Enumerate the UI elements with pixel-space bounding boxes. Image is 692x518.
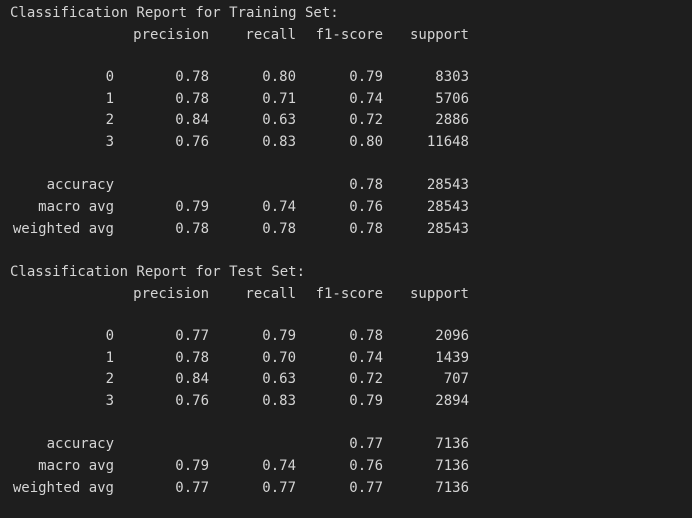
header-support: support [409,27,469,43]
header-support: support [409,286,469,302]
cell-f1-score: 0.78 [349,221,383,237]
row-label: 2 [105,112,114,128]
cell-support: 2886 [435,112,469,128]
header-precision: precision [133,27,209,43]
cell-recall: 0.70 [262,350,296,366]
cell-support: 28543 [426,177,469,193]
cell-recall: 0.79 [262,328,296,344]
cell-support: 7136 [435,480,469,496]
cell-support: 28543 [426,221,469,237]
row-label: 1 [105,350,114,366]
summary-label: macro avg [38,199,114,215]
cell-precision: 0.76 [175,134,209,150]
cell-recall: 0.83 [262,134,296,150]
report-title: Classification Report for Training Set: [10,5,339,21]
cell-support: 1439 [435,350,469,366]
cell-recall: 0.63 [262,112,296,128]
summary-label: macro avg [38,458,114,474]
cell-support: 8303 [435,69,469,85]
summary-label: accuracy [46,436,114,452]
cell-f1-score: 0.80 [349,134,383,150]
header-f1-score: f1-score [315,27,383,43]
cell-precision: 0.78 [175,221,209,237]
cell-f1-score: 0.76 [349,458,383,474]
cell-support: 7136 [435,436,469,452]
row-label: 3 [105,393,114,409]
cell-precision: 0.79 [175,458,209,474]
cell-precision: 0.84 [175,371,209,387]
cell-f1-score: 0.78 [349,177,383,193]
cell-recall: 0.77 [262,480,296,496]
cell-precision: 0.76 [175,393,209,409]
cell-precision: 0.77 [175,328,209,344]
cell-support: 2894 [435,393,469,409]
cell-recall: 0.83 [262,393,296,409]
cell-support: 28543 [426,199,469,215]
cell-recall: 0.71 [262,91,296,107]
cell-recall: 0.63 [262,371,296,387]
row-label: 0 [105,328,114,344]
report-title: Classification Report for Test Set: [10,264,306,280]
cell-f1-score: 0.74 [349,350,383,366]
cell-f1-score: 0.77 [349,436,383,452]
cell-f1-score: 0.72 [349,371,383,387]
cell-support: 11648 [426,134,469,150]
cell-precision: 0.79 [175,199,209,215]
header-recall: recall [245,27,296,43]
cell-precision: 0.78 [175,69,209,85]
header-f1-score: f1-score [315,286,383,302]
cell-precision: 0.84 [175,112,209,128]
cell-f1-score: 0.77 [349,480,383,496]
cell-precision: 0.77 [175,480,209,496]
summary-label: weighted avg [12,480,114,496]
cell-f1-score: 0.79 [349,393,383,409]
terminal-output: Classification Report for Training Set: p… [0,0,692,518]
row-label: 1 [105,91,114,107]
cell-f1-score: 0.76 [349,199,383,215]
header-recall: recall [245,286,296,302]
cell-support: 7136 [435,458,469,474]
cell-precision: 0.78 [175,350,209,366]
cell-f1-score: 0.78 [349,328,383,344]
header-precision: precision [133,286,209,302]
summary-label: accuracy [46,177,114,193]
cell-support: 2096 [435,328,469,344]
cell-f1-score: 0.74 [349,91,383,107]
cell-recall: 0.78 [262,221,296,237]
row-label: 0 [105,69,114,85]
cell-support: 707 [443,371,469,387]
row-label: 3 [105,134,114,150]
cell-recall: 0.74 [262,199,296,215]
cell-support: 5706 [435,91,469,107]
summary-label: weighted avg [12,221,114,237]
cell-f1-score: 0.72 [349,112,383,128]
cell-precision: 0.78 [175,91,209,107]
cell-recall: 0.74 [262,458,296,474]
cell-f1-score: 0.79 [349,69,383,85]
cell-recall: 0.80 [262,69,296,85]
row-label: 2 [105,371,114,387]
